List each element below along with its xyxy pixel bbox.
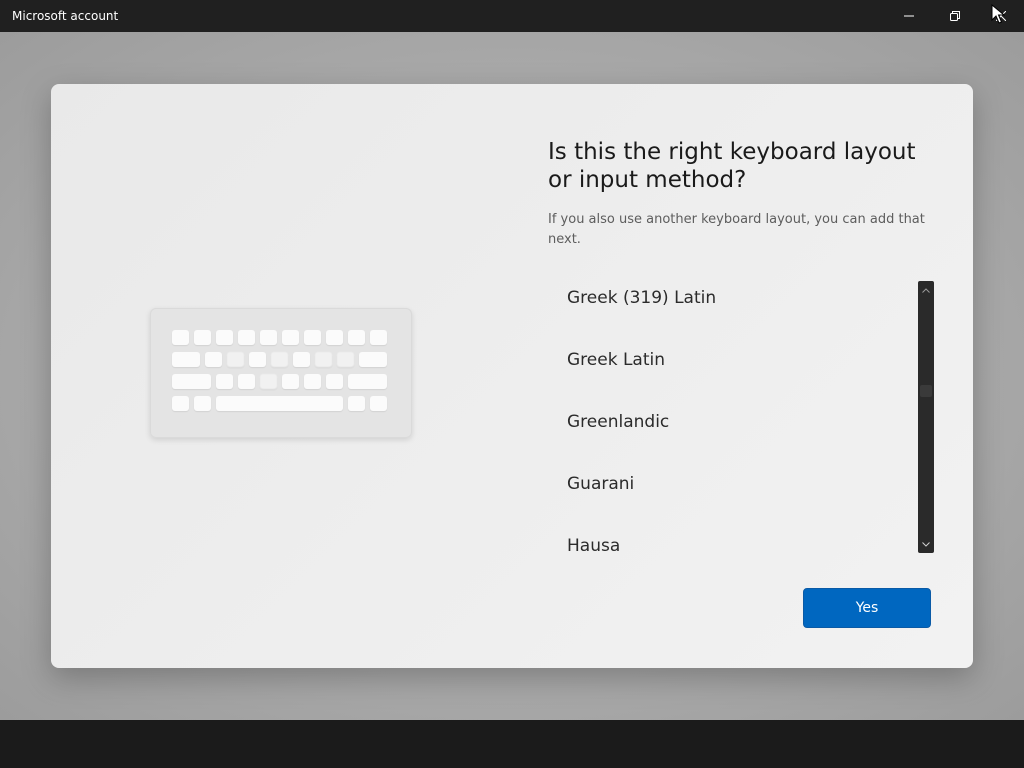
key — [348, 396, 365, 411]
list-scrollbar[interactable] — [918, 281, 934, 553]
scroll-down-button[interactable] — [918, 537, 934, 551]
minimize-icon — [904, 15, 914, 17]
key — [282, 330, 299, 345]
key — [172, 352, 200, 367]
restore-button[interactable] — [932, 0, 978, 32]
key — [260, 330, 277, 345]
keyboard-layout-list[interactable]: Greek (319) Latin Greek Latin Greenlandi… — [548, 278, 908, 558]
key — [348, 374, 387, 389]
list-item[interactable]: Greek Latin — [548, 329, 908, 391]
key — [326, 374, 343, 389]
key — [315, 352, 332, 367]
scroll-thumb[interactable] — [920, 385, 932, 397]
key — [238, 330, 255, 345]
key — [172, 330, 189, 345]
key — [172, 374, 211, 389]
key — [282, 374, 299, 389]
key — [337, 352, 354, 367]
mouse-cursor-icon — [991, 4, 1005, 24]
page-title: Is this the right keyboard layout or inp… — [548, 139, 916, 193]
yes-button[interactable]: Yes — [803, 588, 931, 628]
key — [370, 330, 387, 345]
key — [249, 352, 266, 367]
key — [370, 396, 387, 411]
key — [359, 352, 387, 367]
key — [205, 352, 222, 367]
list-item[interactable]: Guarani — [548, 453, 908, 515]
key — [216, 374, 233, 389]
chevron-up-icon — [922, 287, 930, 293]
setup-card: Is this the right keyboard layout or inp… — [51, 84, 973, 668]
chevron-down-icon — [922, 541, 930, 547]
page-subtitle: If you also use another keyboard layout,… — [548, 212, 925, 247]
key — [293, 352, 310, 367]
spacebar-key — [216, 396, 343, 411]
key — [227, 352, 244, 367]
window-title: Microsoft account — [12, 9, 119, 23]
key — [271, 352, 288, 367]
key — [260, 374, 277, 389]
key — [216, 330, 233, 345]
title-bar: Microsoft account — [0, 0, 1024, 32]
scroll-up-button[interactable] — [918, 283, 934, 297]
key — [326, 330, 343, 345]
key — [304, 330, 321, 345]
key — [194, 330, 211, 345]
list-item[interactable]: Greek (319) Latin — [548, 278, 908, 329]
bottom-strip — [0, 720, 1024, 768]
key — [238, 374, 255, 389]
key — [304, 374, 321, 389]
key — [172, 396, 189, 411]
list-item[interactable]: Hausa — [548, 515, 908, 558]
key — [194, 396, 211, 411]
list-item[interactable]: Greenlandic — [548, 391, 908, 453]
minimize-button[interactable] — [886, 0, 932, 32]
key — [348, 330, 365, 345]
restore-icon — [950, 11, 960, 21]
keyboard-illustration — [150, 308, 412, 438]
